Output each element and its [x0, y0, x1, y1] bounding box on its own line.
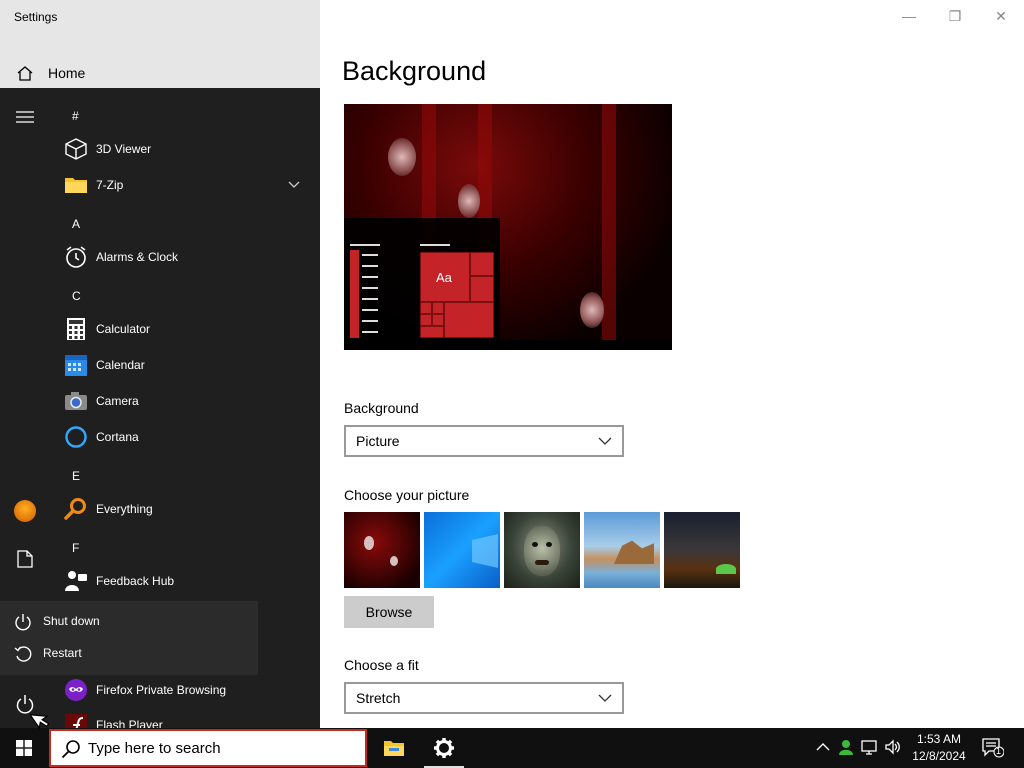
alarm-clock-icon	[66, 246, 86, 268]
fit-dropdown[interactable]: Stretch	[344, 682, 624, 714]
search-icon	[61, 740, 80, 759]
app-label: Feedback Hub	[96, 574, 175, 588]
shutdown-menu-item[interactable]: Shut down	[0, 606, 258, 638]
gear-icon	[434, 738, 454, 758]
page-title: Background	[342, 56, 487, 86]
app-label: 3D Viewer	[96, 142, 152, 156]
app-label: Calendar	[96, 358, 145, 372]
shutdown-label: Shut down	[43, 614, 100, 628]
choose-picture-label: Choose your picture	[344, 487, 470, 503]
background-dropdown-value: Picture	[356, 433, 400, 449]
picture-thumbnail-red-room[interactable]	[344, 512, 420, 588]
power-menu: Shut down Restart	[0, 601, 258, 675]
app-label: Everything	[96, 502, 153, 516]
magnifier-icon	[64, 498, 86, 520]
picture-thumbnail-face[interactable]	[504, 512, 580, 588]
app-label: 7-Zip	[96, 178, 124, 192]
clock-date[interactable]: 12/8/2024	[904, 749, 974, 763]
app-label: Cortana	[96, 430, 139, 444]
taskbar-settings[interactable]	[420, 728, 468, 768]
settings-content: — ❐ ✕ Background Aa Background Picture C…	[320, 0, 1024, 728]
app-label: Flash Player	[96, 718, 163, 728]
network-icon[interactable]	[861, 738, 879, 756]
app-alarms-clock[interactable]: Alarms & Clock	[62, 239, 312, 275]
feedback-icon	[65, 571, 87, 591]
app-label: Calculator	[96, 322, 151, 336]
app-camera[interactable]: Camera	[62, 383, 312, 419]
group-letter-e[interactable]: E	[72, 469, 80, 483]
minimize-button[interactable]: —	[898, 6, 920, 26]
app-label: Firefox Private Browsing	[96, 683, 227, 697]
restart-menu-item[interactable]: Restart	[0, 638, 258, 670]
chevron-down-icon	[598, 694, 612, 702]
volume-icon[interactable]	[884, 738, 902, 756]
power-icon	[15, 614, 31, 631]
group-letter-a[interactable]: A	[72, 217, 80, 231]
calculator-icon	[67, 318, 85, 340]
user-status-icon[interactable]	[836, 738, 854, 756]
cortana-icon	[65, 426, 87, 448]
fit-dropdown-value: Stretch	[356, 690, 401, 706]
start-menu: # 3D Viewer 7-Zip A Alarms & Clock C Cal…	[0, 88, 320, 728]
notification-center-icon[interactable]: 1	[982, 738, 1005, 758]
firefox-private-icon	[65, 679, 87, 701]
flash-icon	[65, 714, 87, 728]
app-everything[interactable]: Everything	[62, 491, 312, 527]
group-letter-f[interactable]: F	[72, 541, 79, 555]
taskbar-file-explorer[interactable]	[370, 728, 418, 768]
background-dropdown[interactable]: Picture	[344, 425, 624, 457]
cube-icon	[65, 138, 87, 160]
chevron-down-icon[interactable]	[288, 179, 300, 191]
hamburger-menu-icon[interactable]	[16, 110, 34, 124]
user-avatar-icon[interactable]	[14, 500, 36, 522]
nav-home[interactable]: Home	[0, 58, 320, 88]
choose-fit-label: Choose a fit	[344, 657, 419, 673]
background-preview: Aa	[344, 104, 672, 350]
home-icon	[17, 66, 33, 81]
close-button[interactable]: ✕	[990, 6, 1012, 26]
calendar-icon	[65, 355, 87, 376]
app-cortana[interactable]: Cortana	[62, 419, 312, 455]
taskbar: Type here to search 1:53 AM 12/8/2024 1	[0, 728, 1024, 768]
preview-taskbar	[344, 340, 672, 350]
document-icon[interactable]	[17, 550, 33, 568]
app-calculator[interactable]: Calculator	[62, 311, 312, 347]
maximize-button[interactable]: ❐	[944, 6, 966, 26]
mouse-cursor-icon	[30, 714, 50, 730]
browse-button[interactable]: Browse	[344, 596, 434, 628]
camera-icon	[65, 392, 87, 410]
preview-sample-text: Aa	[436, 270, 452, 285]
windows-logo-icon	[16, 740, 32, 756]
picture-thumbnail-windows-blue[interactable]	[424, 512, 500, 588]
clock-time[interactable]: 1:53 AM	[904, 732, 974, 746]
restart-label: Restart	[43, 646, 82, 660]
app-7-zip[interactable]: 7-Zip	[62, 167, 312, 203]
nav-home-label: Home	[48, 65, 86, 81]
app-label: Camera	[96, 394, 139, 408]
notification-count: 1	[996, 746, 1002, 756]
app-feedback-hub[interactable]: Feedback Hub	[62, 563, 312, 599]
group-letter-hash[interactable]: #	[72, 109, 79, 123]
picture-thumbnail-night-sky[interactable]	[664, 512, 740, 588]
app-calendar[interactable]: Calendar	[62, 347, 312, 383]
folder-icon	[65, 178, 87, 193]
chevron-down-icon	[598, 437, 612, 445]
app-firefox-private[interactable]: Firefox Private Browsing	[62, 672, 312, 708]
app-flash-player[interactable]: Flash Player	[62, 707, 312, 728]
file-explorer-icon	[384, 741, 404, 756]
group-letter-c[interactable]: C	[72, 289, 81, 303]
app-3d-viewer[interactable]: 3D Viewer	[62, 131, 312, 167]
app-label: Alarms & Clock	[96, 250, 179, 264]
restart-icon	[14, 646, 32, 662]
chevron-up-icon[interactable]	[814, 738, 832, 756]
background-label: Background	[344, 400, 419, 416]
search-placeholder: Type here to search	[88, 740, 221, 757]
picture-thumbnail-beach[interactable]	[584, 512, 660, 588]
search-box[interactable]: Type here to search	[49, 729, 367, 767]
settings-nav-pane: Settings Home	[0, 0, 320, 88]
window-title: Settings	[14, 10, 58, 24]
